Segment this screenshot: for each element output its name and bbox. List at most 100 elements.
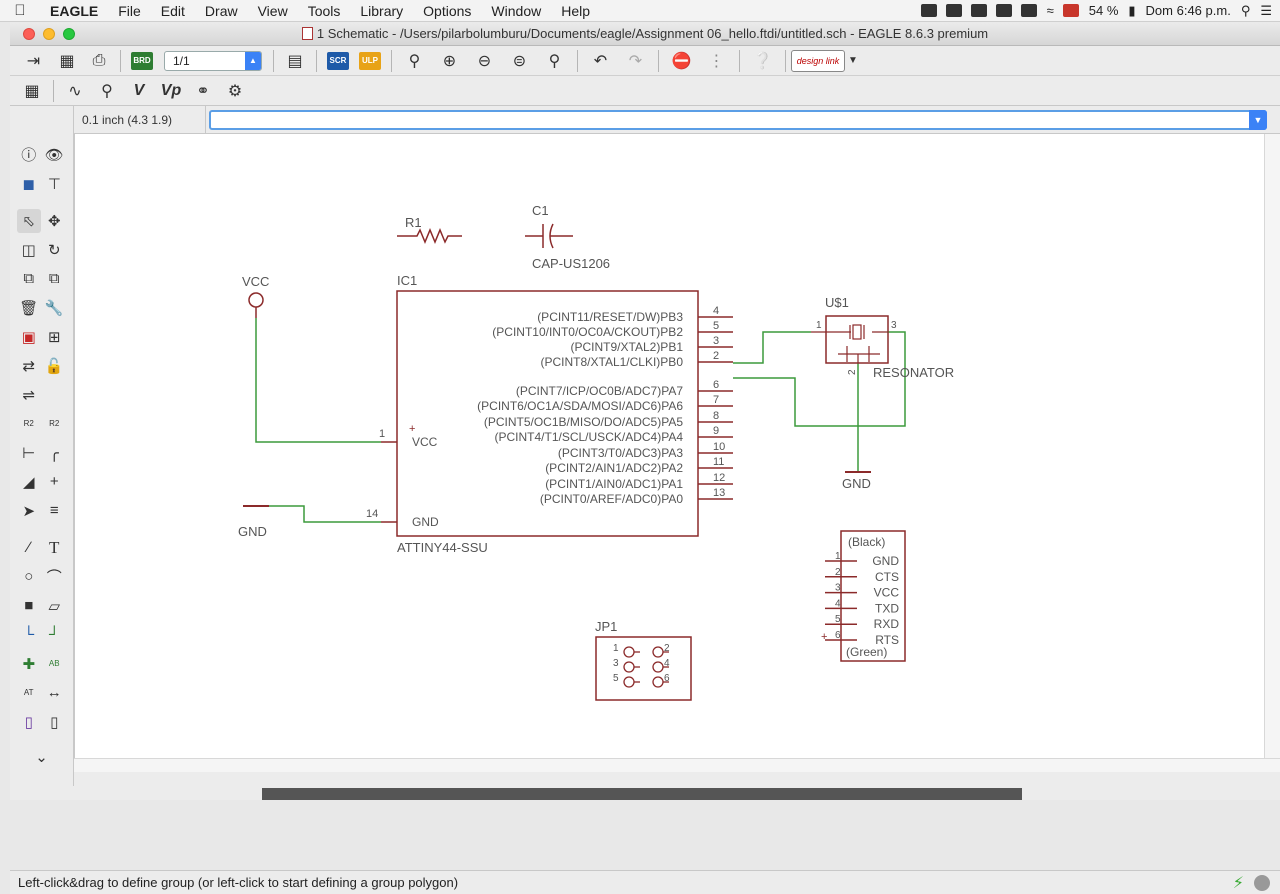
paste-icon[interactable]: ⧉ bbox=[42, 267, 66, 291]
clock[interactable]: Dom 6:46 p.m. bbox=[1146, 3, 1231, 18]
save-icon[interactable]: ▦ bbox=[51, 47, 83, 75]
slice-icon[interactable]: ◢ bbox=[17, 470, 41, 494]
zoom-window-button[interactable] bbox=[63, 27, 75, 40]
value-parameter-icon[interactable]: Vp bbox=[155, 77, 187, 105]
split-icon[interactable]: ⊢ bbox=[17, 441, 41, 465]
miter-icon[interactable]: ╭ bbox=[42, 441, 66, 465]
name-icon[interactable]: R2 bbox=[17, 412, 41, 436]
redo-icon[interactable]: ↷ bbox=[618, 47, 653, 75]
close-window-button[interactable] bbox=[23, 27, 35, 40]
mark-icon[interactable]: ⊤ bbox=[42, 172, 66, 196]
module-icon[interactable]: ▯ bbox=[42, 710, 66, 734]
battery-icon[interactable]: ▮ bbox=[1128, 3, 1135, 19]
undo-icon[interactable]: ↶ bbox=[583, 47, 618, 75]
swap-gate-icon[interactable]: ⇄ bbox=[17, 354, 41, 378]
value-r2-icon[interactable]: R2 bbox=[42, 412, 66, 436]
add-part-icon[interactable]: ▣ bbox=[17, 325, 41, 349]
replace-part-icon[interactable]: ⊞ bbox=[42, 325, 66, 349]
value-icon[interactable]: V bbox=[123, 77, 155, 105]
wrench-icon[interactable]: 🔧 bbox=[42, 296, 66, 320]
net-icon[interactable]: ┘ bbox=[42, 623, 66, 647]
print-icon[interactable]: ⎙ bbox=[83, 47, 115, 75]
menu-options[interactable]: Options bbox=[413, 0, 481, 22]
go-icon[interactable]: ⋮ bbox=[699, 47, 734, 75]
lightning-icon[interactable]: ⚡ bbox=[1233, 873, 1244, 893]
vertical-scrollbar[interactable] bbox=[1264, 134, 1280, 758]
sync-icon[interactable] bbox=[1020, 4, 1037, 17]
bus-icon[interactable]: └ bbox=[17, 623, 41, 647]
delete-trash-icon[interactable]: 🗑 bbox=[17, 296, 41, 320]
lock-icon[interactable]: 🔓 bbox=[42, 354, 66, 378]
label-icon[interactable]: AB bbox=[42, 652, 66, 676]
wifi-icon[interactable]: ≈ bbox=[1047, 3, 1054, 18]
search-icon[interactable]: ⚲ bbox=[91, 77, 123, 105]
attribute-icon[interactable]: AT bbox=[17, 681, 41, 705]
flag-icon[interactable] bbox=[1062, 4, 1079, 17]
menu-view[interactable]: View bbox=[248, 0, 298, 22]
schematic-drawing[interactable]: R1 C1 CAP-US1206 VCC GND IC1 ATTINY44-SS… bbox=[75, 134, 1265, 758]
menu-draw[interactable]: Draw bbox=[195, 0, 248, 22]
rectangle-icon[interactable]: ■ bbox=[17, 594, 41, 618]
display-layers-icon[interactable]: ◼ bbox=[17, 172, 41, 196]
script-button[interactable]: SCR bbox=[322, 47, 354, 75]
ulp-button[interactable]: ULP bbox=[354, 47, 386, 75]
stop-circle-icon[interactable] bbox=[1254, 874, 1270, 891]
zoom-fit-icon[interactable]: ⚲ bbox=[397, 47, 432, 75]
menu-help[interactable]: Help bbox=[551, 0, 600, 22]
sheet-select[interactable]: 1/1 ▲ bbox=[164, 50, 262, 71]
cam-processor-icon[interactable]: ▤ bbox=[279, 47, 311, 75]
menu-library[interactable]: Library bbox=[350, 0, 413, 22]
arc-icon[interactable]: ⌒ bbox=[42, 565, 66, 589]
board-switch-button[interactable]: BRD bbox=[126, 47, 158, 75]
design-link-button[interactable]: design link bbox=[791, 49, 845, 72]
schematic-canvas[interactable]: R1 C1 CAP-US1206 VCC GND IC1 ATTINY44-SS… bbox=[74, 134, 1264, 758]
zoom-in-icon[interactable]: ⊕ bbox=[432, 47, 467, 75]
menu-tools[interactable]: Tools bbox=[298, 0, 351, 22]
notification-center-icon[interactable]: ☰ bbox=[1260, 3, 1272, 19]
frame-icon[interactable]: ▯ bbox=[17, 710, 41, 734]
circle-icon[interactable]: ○ bbox=[17, 565, 41, 589]
text-icon[interactable]: T bbox=[42, 536, 66, 560]
help-icon[interactable]: ❔ bbox=[745, 47, 780, 75]
optimize-icon[interactable]: + bbox=[42, 470, 66, 494]
pinswap-icon[interactable]: ➤ bbox=[17, 499, 41, 523]
grid-icon[interactable]: ▦ bbox=[16, 77, 48, 105]
apple-icon[interactable]:  bbox=[0, 2, 40, 19]
simulation-icon[interactable]: ∿ bbox=[59, 77, 91, 105]
move-icon[interactable]: ✥ bbox=[42, 209, 66, 233]
menu-app-name[interactable]: EAGLE bbox=[40, 0, 108, 22]
zoom-redraw-icon[interactable]: ⊜ bbox=[502, 47, 537, 75]
bus-swap-icon[interactable]: ≡ bbox=[42, 499, 66, 523]
zoom-select-icon[interactable]: ⚲ bbox=[537, 47, 572, 75]
settings-gear-icon[interactable]: ⚙ bbox=[219, 77, 251, 105]
menu-file[interactable]: File bbox=[108, 0, 151, 22]
horizontal-scrollbar[interactable] bbox=[74, 758, 1280, 772]
command-line-input[interactable]: ▼ bbox=[209, 109, 1267, 130]
info-icon[interactable]: ⓘ bbox=[17, 143, 41, 167]
show-eye-icon[interactable]: 👁 bbox=[42, 143, 66, 167]
rotate-icon[interactable]: ↻ bbox=[42, 238, 66, 262]
group-select-icon[interactable]: ⬁ bbox=[16, 208, 41, 233]
zoom-out-icon[interactable]: ⊖ bbox=[467, 47, 502, 75]
menu-window[interactable]: Window bbox=[481, 0, 551, 22]
cloud-icon[interactable] bbox=[945, 4, 962, 17]
minimize-window-button[interactable] bbox=[43, 27, 55, 40]
junction-icon[interactable]: ✚ bbox=[17, 652, 41, 676]
screen-icon[interactable] bbox=[995, 4, 1012, 17]
menu-edit[interactable]: Edit bbox=[151, 0, 195, 22]
copy-icon[interactable]: ⧉ bbox=[17, 267, 41, 291]
stop-icon[interactable]: ⛔ bbox=[664, 47, 699, 75]
chevron-down-icon[interactable]: ▼ bbox=[845, 47, 861, 75]
connect-icon[interactable]: ⚭ bbox=[187, 77, 219, 105]
chevron-down-icon[interactable]: ▼ bbox=[1249, 109, 1267, 130]
line-draw-icon[interactable]: ∕ bbox=[17, 536, 41, 560]
invoke-icon[interactable]: ⇌ bbox=[17, 383, 41, 407]
mirror-icon[interactable]: ◫ bbox=[17, 238, 41, 262]
polygon-icon[interactable]: ▱ bbox=[42, 594, 66, 618]
open-icon[interactable]: ⇥ bbox=[16, 47, 51, 75]
dropbox-icon[interactable] bbox=[920, 4, 937, 17]
bluetooth-icon[interactable] bbox=[970, 4, 987, 17]
spotlight-icon[interactable]: ⚲ bbox=[1241, 3, 1251, 19]
dimension-icon[interactable]: ↔ bbox=[42, 681, 66, 705]
expand-chevron-icon[interactable]: ⌄ bbox=[30, 745, 54, 769]
